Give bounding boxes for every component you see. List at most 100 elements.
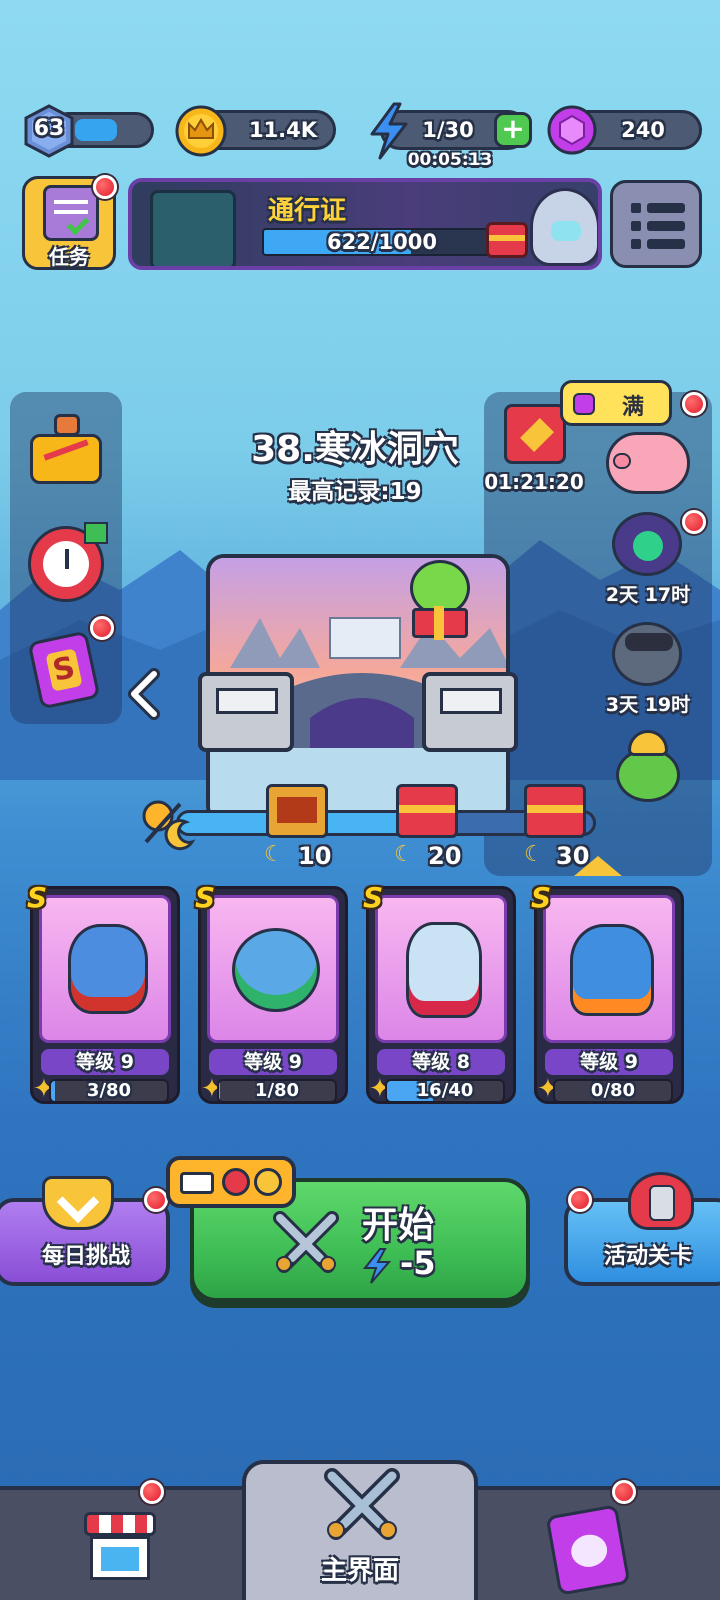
hero-card[interactable]: S 等级 8 ✦ 16/40 xyxy=(363,881,516,1104)
notification-dot xyxy=(93,175,117,199)
boost-icon xyxy=(222,1168,250,1196)
treasure-chest-icon xyxy=(486,222,528,258)
battle-pass-title: 通行证 xyxy=(268,196,347,226)
hero-portrait xyxy=(207,895,339,1043)
frost-lord-hero-icon xyxy=(570,924,654,1016)
milestone-value-2: 20 xyxy=(428,842,462,870)
expand-up-arrow-icon[interactable] xyxy=(574,856,622,876)
nav-main-label: 主界面 xyxy=(320,1556,399,1586)
hero-shard-text: 3/80 xyxy=(86,1080,132,1101)
event1-timer: 2天 17时 xyxy=(605,584,691,606)
crown-coin-icon xyxy=(174,104,228,158)
start-label: 开始 xyxy=(362,1205,435,1246)
event-pirate-button[interactable] xyxy=(602,618,692,690)
gift-mascot-icon[interactable] xyxy=(404,536,476,642)
energy-timer: 00:05:13 xyxy=(407,150,493,170)
moon-sun-small-icon: ☾ xyxy=(524,842,544,867)
rank-badge: S xyxy=(363,881,384,914)
coins-value: 11.4K xyxy=(248,118,318,142)
video-camera-icon xyxy=(180,1172,214,1194)
menu-button[interactable] xyxy=(610,180,702,268)
red-chest-icon xyxy=(396,784,458,838)
tasks-button[interactable]: 任务 xyxy=(22,175,117,270)
milestone-chest-3[interactable] xyxy=(520,778,592,842)
nav-main[interactable]: 主界面 xyxy=(242,1460,478,1600)
right-side-panel: 01:21:20 满 2天 17时 3天 19时 xyxy=(484,380,712,876)
moon-sun-small-icon: ☾ xyxy=(264,842,284,867)
hero-level: 等级 9 xyxy=(209,1049,337,1075)
video-ad-bonus-tag[interactable] xyxy=(166,1156,296,1208)
knight-avatar-icon xyxy=(530,188,598,266)
hero-portrait xyxy=(375,895,507,1043)
coin-chart-icon xyxy=(30,434,102,484)
notification-dot xyxy=(568,1188,592,1212)
piggy-bank-label: 满 xyxy=(621,395,644,420)
s-card-offer-button[interactable]: S xyxy=(24,616,114,712)
milestone-value-1: 10 xyxy=(298,842,332,870)
nav-shop[interactable] xyxy=(0,1480,240,1600)
crown-up-icon xyxy=(254,1168,282,1196)
best-record: 最高记录:19 xyxy=(288,479,422,505)
card-collection-icon xyxy=(545,1504,631,1596)
dragon-hero-icon xyxy=(68,924,148,1014)
shield-badge-icon xyxy=(42,1176,114,1230)
day-night-icon xyxy=(136,796,200,852)
energy-value: 1/30 xyxy=(422,118,474,142)
crossed-swords-icon xyxy=(270,1210,342,1274)
rank-badge: S xyxy=(195,881,216,914)
moon-sun-small-icon: ☾ xyxy=(394,842,414,867)
milestone-chest-1[interactable] xyxy=(262,778,334,842)
event2-timer: 3天 19时 xyxy=(605,694,691,716)
hero-card[interactable]: S 等级 9 ✦ 0/80 xyxy=(531,881,684,1104)
battle-pass-progress-text: 622/1000 xyxy=(327,230,437,254)
level-number: 63 xyxy=(33,116,65,141)
plus-icon: + xyxy=(501,112,525,145)
hero-level: 等级 8 xyxy=(377,1049,505,1075)
gems-value: 240 xyxy=(621,118,665,142)
hero-shard-progress: 16/40 xyxy=(385,1079,505,1103)
add-energy-button[interactable]: + xyxy=(494,112,532,148)
milestone-chest-2[interactable] xyxy=(392,778,464,842)
hero-level: 等级 9 xyxy=(545,1049,673,1075)
notification-dot xyxy=(144,1188,168,1212)
level-progress-fill xyxy=(75,119,117,141)
piggy-bank-bubble: 满 xyxy=(560,380,672,426)
hero-level: 等级 9 xyxy=(41,1049,169,1075)
daily-challenge-label: 每日挑战 xyxy=(41,1244,130,1269)
chevron-left-icon xyxy=(128,668,160,720)
level-badge[interactable]: 63 xyxy=(22,104,76,158)
left-arrow-button[interactable] xyxy=(126,668,162,720)
hero-portrait xyxy=(39,895,171,1043)
trophy-shield-icon xyxy=(628,1172,694,1230)
event-stage-button[interactable]: 活动关卡 xyxy=(564,1172,720,1286)
rank-badge: S xyxy=(531,881,552,914)
bottom-nav: 主界面 xyxy=(0,1460,720,1600)
hero-shard-text: 0/80 xyxy=(590,1080,636,1101)
growth-fund-button[interactable] xyxy=(24,412,108,492)
nav-cards[interactable] xyxy=(480,1480,720,1600)
ice-knight-hero-icon xyxy=(406,922,482,1018)
hero-shard-progress: 1/80 xyxy=(217,1079,337,1103)
event-stage-label: 活动关卡 xyxy=(603,1244,692,1269)
battle-pass-progress-bar: 622/1000 xyxy=(262,228,502,256)
speed-boost-button[interactable] xyxy=(24,522,108,606)
notification-dot xyxy=(140,1480,164,1504)
hero-card[interactable]: S 等级 9 ✦ 1/80 xyxy=(195,881,348,1104)
chest-icon xyxy=(504,404,566,464)
hero-shard-progress: 3/80 xyxy=(49,1079,169,1103)
s-card-icon: S xyxy=(27,630,101,710)
chest-timer: 01:21:20 xyxy=(484,470,584,494)
notification-dot xyxy=(90,616,114,640)
gem-icon xyxy=(573,393,595,415)
hero-shard-text: 16/40 xyxy=(416,1080,474,1101)
battle-pass-banner[interactable]: 通行证 622/1000 xyxy=(128,178,602,270)
crossed-swords-icon xyxy=(320,1466,404,1542)
notification-dot xyxy=(612,1480,636,1504)
right-tower-icon xyxy=(422,672,518,752)
event-creature-button[interactable] xyxy=(602,508,692,580)
daily-challenge-button[interactable]: 每日挑战 xyxy=(0,1176,170,1286)
lightning-icon xyxy=(362,1248,392,1284)
spider-hero-icon xyxy=(232,928,320,1012)
event-genie-button[interactable] xyxy=(602,728,692,806)
hero-card[interactable]: S 等级 9 ✦ 3/80 xyxy=(27,881,180,1104)
